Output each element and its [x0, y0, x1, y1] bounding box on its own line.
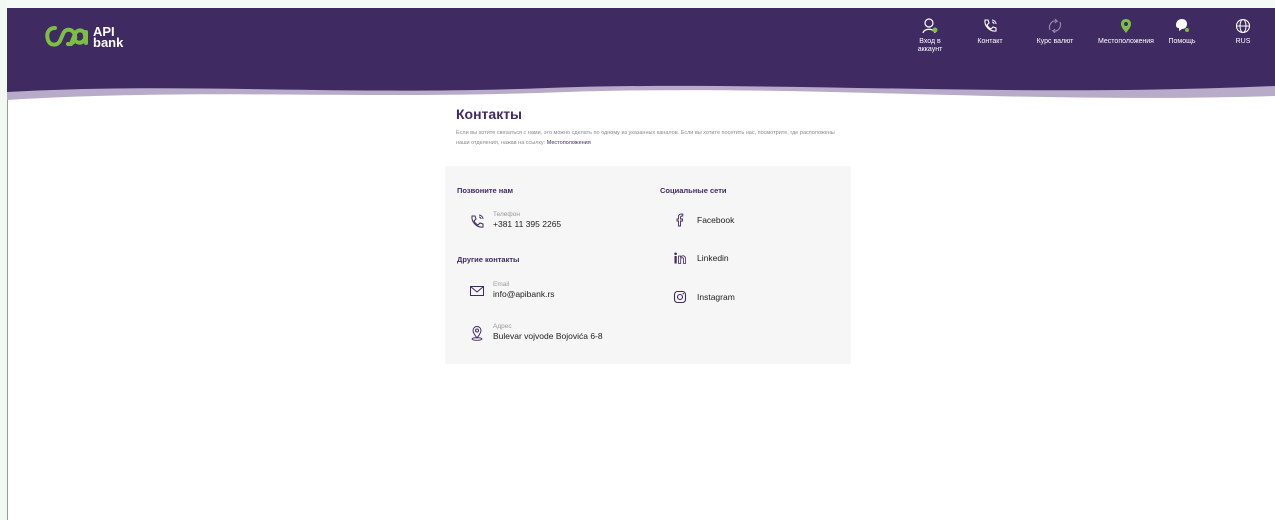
nav-help-label: Помощь: [1168, 38, 1196, 45]
top-navigation: Вход в аккаунт Контакт Курс валют Местоп…: [0, 18, 1275, 78]
nav-locations[interactable]: Местоположения: [1093, 18, 1159, 46]
instagram-icon: [673, 290, 687, 304]
exchange-icon: [1048, 18, 1062, 34]
envelope-icon: [470, 285, 484, 296]
location-icon: [1121, 19, 1131, 33]
intro-text: Если вы хотите связаться с нами, это мож…: [456, 128, 836, 148]
nav-locations-label: Местоположения: [1098, 38, 1154, 45]
phone-label: Телефон: [493, 211, 520, 218]
phone-icon: [471, 214, 484, 228]
intro-body: Если вы хотите связаться с нами, это мож…: [456, 130, 835, 146]
nav-language[interactable]: RUS: [1228, 18, 1258, 46]
address-text: Адрес Bulevar vojvode Bojovića 6-8: [493, 323, 603, 342]
facebook-label: Facebook: [697, 215, 735, 225]
facebook-icon: [676, 213, 684, 227]
nav-contact[interactable]: Контакт: [970, 18, 1010, 46]
linkedin-link[interactable]: Linkedin: [673, 251, 729, 265]
phone-contact[interactable]: Телефон +381 11 395 2265: [469, 211, 561, 230]
email-label: Email: [493, 281, 510, 288]
nav-help[interactable]: Помощь: [1162, 18, 1202, 46]
address-value: Bulevar vojvode Bojovića 6-8: [493, 331, 603, 341]
map-pin-icon: [471, 325, 483, 341]
locations-link[interactable]: Местоположения: [547, 140, 591, 146]
nav-contact-label: Контакт: [977, 38, 1003, 45]
nav-exchange-rates[interactable]: Курс валют: [1030, 18, 1080, 46]
call-us-heading: Позвоните нам: [457, 186, 514, 195]
address-label: Адрес: [493, 323, 512, 330]
facebook-link[interactable]: Facebook: [673, 213, 734, 227]
contacts-intro: Контакты Если вы хотите связаться с нами…: [456, 106, 856, 148]
user-icon: [922, 18, 938, 34]
page-title: Контакты: [456, 106, 523, 122]
nav-login-label-2: аккаунт: [917, 46, 943, 53]
nav-login-label-1: Вход в: [919, 38, 941, 45]
chat-icon: [1176, 19, 1189, 32]
nav-login[interactable]: Вход в аккаунт: [910, 18, 950, 54]
address-contact[interactable]: Адрес Bulevar vojvode Bojovića 6-8: [469, 323, 603, 342]
email-contact[interactable]: Email info@apibank.rs: [469, 281, 555, 300]
header-wave: [7, 78, 1275, 100]
instagram-link[interactable]: Instagram: [673, 290, 735, 304]
phone-value: +381 11 395 2265: [493, 219, 562, 229]
nav-exchange-label: Курс валют: [1036, 38, 1074, 45]
window-left-margin: [0, 0, 7, 520]
linkedin-icon: [674, 252, 686, 264]
linkedin-label: Linkedin: [697, 253, 729, 263]
phone-icon: [984, 19, 997, 32]
email-text: Email info@apibank.rs: [493, 281, 555, 300]
nav-language-label: RUS: [1235, 38, 1251, 45]
phone-text: Телефон +381 11 395 2265: [493, 211, 561, 230]
globe-icon: [1235, 18, 1251, 34]
instagram-label: Instagram: [697, 292, 735, 302]
other-contacts-heading: Другие контакты: [457, 255, 520, 264]
window-top-margin: [0, 0, 1275, 8]
social-heading: Социальные сети: [660, 186, 727, 195]
email-value: info@apibank.rs: [493, 289, 555, 299]
